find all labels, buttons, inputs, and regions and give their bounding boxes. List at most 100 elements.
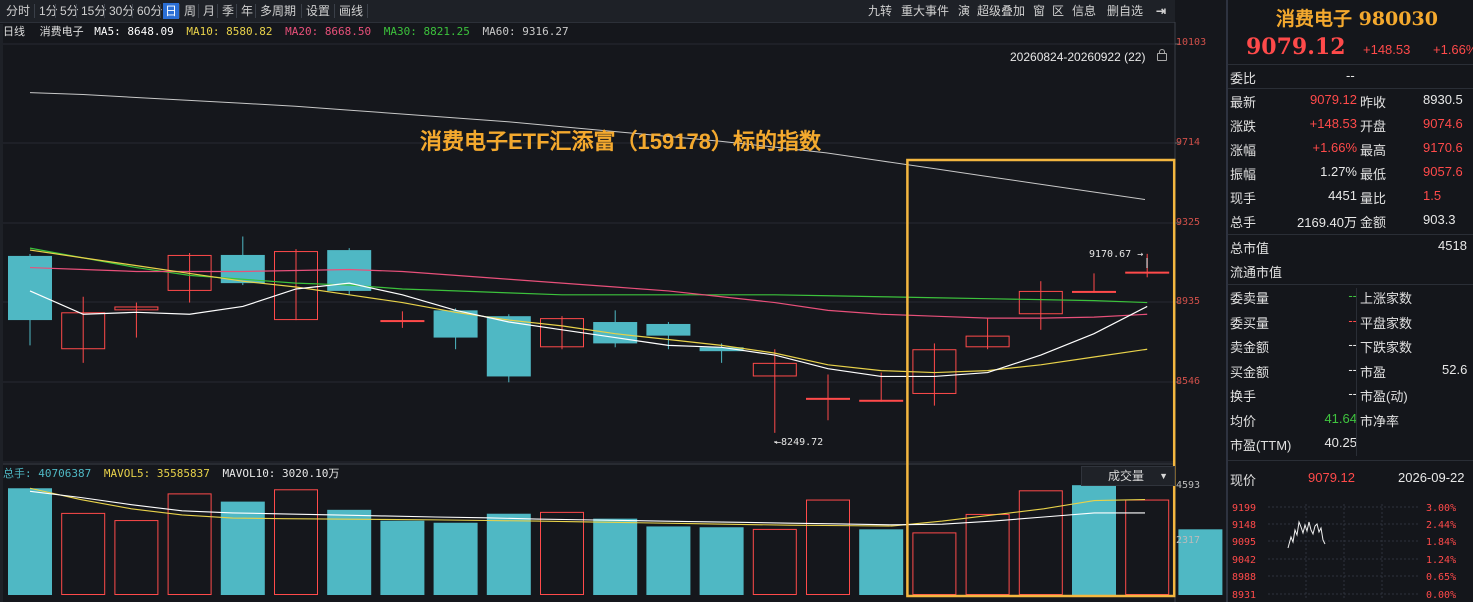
- lock-icon[interactable]: [1157, 49, 1167, 61]
- volume-bar: [114, 520, 159, 595]
- price-change-pct: +1.66%: [1433, 42, 1473, 57]
- mini-axis-right: 1.84%: [1426, 537, 1456, 548]
- stat-value: 4518: [1438, 238, 1467, 253]
- stat-value: 41.64: [1324, 410, 1357, 426]
- stat-value: 9170.6: [1423, 140, 1463, 155]
- chevron-down-icon: ▼: [1159, 471, 1168, 481]
- mini-axis-left: 8931: [1232, 590, 1256, 601]
- stat-value: 2169.40万: [1297, 215, 1357, 230]
- volume-bar: [167, 493, 212, 596]
- volume-bar: [593, 518, 638, 595]
- stat-label: 金额: [1360, 215, 1387, 230]
- stat-label: 换手: [1230, 389, 1257, 404]
- stat-label: 昨收: [1360, 95, 1387, 110]
- mavol5-label: MAVOL5: 35585837: [103, 467, 210, 480]
- quote-panel: 消费电子 980030 9079.12 +148.53 +1.66% 委比 -- 最…: [1226, 0, 1473, 602]
- mini-axis-right: 3.00%: [1426, 503, 1456, 514]
- low-price-label: ←8249.72: [775, 437, 824, 448]
- stat-value: 9079.12: [1310, 92, 1357, 107]
- volume-axis-tick: 4593: [1176, 480, 1201, 491]
- stat-value: --: [1346, 68, 1355, 83]
- volume-bar: [1125, 499, 1170, 596]
- indicator-select-value: 成交量: [1108, 469, 1145, 483]
- candle: [380, 320, 425, 323]
- mavol10-label: MAVOL10: 3020.10万: [222, 467, 340, 480]
- last-price: 9079.12: [1246, 34, 1346, 60]
- stat-label: 市盈(TTM): [1230, 438, 1292, 453]
- stat-label: 总市值: [1230, 241, 1270, 256]
- indicator-select[interactable]: 成交量 ▼: [1081, 466, 1175, 486]
- volume-bar: [8, 488, 52, 595]
- volume-bar: [912, 532, 957, 595]
- stat-label: 振幅: [1230, 167, 1257, 182]
- price-axis-tick: 9714: [1176, 137, 1201, 148]
- stat-label: 最高: [1360, 143, 1387, 158]
- volume-bar: [699, 527, 744, 595]
- stat-label: 下跌家数: [1360, 340, 1413, 355]
- ma30-line: [29, 247, 1148, 304]
- total-volume-label: 总手: 40706387: [3, 467, 92, 480]
- ma10-line: [29, 249, 1148, 374]
- mini-axis-left: 9148: [1232, 520, 1256, 531]
- stat-label: 涨幅: [1230, 143, 1257, 158]
- stat-label: 开盘: [1360, 119, 1387, 134]
- volume-bar: [965, 513, 1010, 596]
- left-edge: [0, 24, 3, 602]
- volume-bar: [859, 529, 904, 595]
- volume-bar: [1072, 485, 1116, 595]
- panel-divider: [1228, 234, 1473, 235]
- mini-axis-right: 0.65%: [1426, 572, 1456, 583]
- candle: [1072, 290, 1116, 293]
- candle: [486, 316, 531, 377]
- volume-bar: [61, 512, 106, 595]
- index-title: 消费电子 980030: [1276, 8, 1438, 30]
- highlight-box: [906, 158, 1176, 598]
- now-price-value: 9079.12: [1308, 470, 1355, 485]
- panel-column-divider: [1356, 288, 1357, 456]
- volume-bar: [274, 489, 318, 595]
- stat-label: 量比: [1360, 191, 1387, 206]
- volume-legend: 总手: 40706387 MAVOL5: 35585837 MAVOL10: 3…: [0, 466, 339, 482]
- volume-bar: [327, 509, 372, 595]
- stat-label: 总手: [1230, 215, 1257, 230]
- stat-label: 平盘家数: [1360, 315, 1413, 331]
- stat-value: 9057.6: [1423, 164, 1463, 179]
- volume-bar: [540, 511, 584, 595]
- panel-divider: [1228, 460, 1473, 461]
- stat-label: 委比: [1230, 71, 1257, 86]
- stat-label: 委卖量: [1230, 291, 1270, 306]
- stat-value: 1.5: [1423, 188, 1442, 203]
- price-change: +148.53: [1363, 42, 1411, 57]
- stat-label: 买金额: [1230, 364, 1270, 380]
- stat-value: 1.27%: [1320, 164, 1357, 179]
- stat-label: 市净率: [1360, 413, 1400, 429]
- price-axis-tick: 9325: [1176, 217, 1201, 228]
- chart-annotation: 消费电子ETF汇添富（159178）标的指数: [420, 129, 821, 154]
- mini-axis-right: 1.24%: [1426, 555, 1456, 566]
- volume-bar: [646, 526, 691, 595]
- mini-axis-right: 2.44%: [1426, 520, 1456, 531]
- stat-value: 40.25: [1324, 435, 1357, 450]
- candle: [646, 323, 691, 336]
- mini-axis-left: 9199: [1232, 503, 1256, 514]
- stat-label: 涨跌: [1230, 119, 1257, 134]
- stat-label: 现手: [1230, 191, 1257, 206]
- stat-value: +148.53: [1309, 116, 1357, 131]
- intraday-mini-chart[interactable]: 9199 3.00% 9148 2.44% 9095 1.84% 9042 1.24% 8988…: [1230, 500, 1473, 602]
- quote-date: 2026-09-22: [1398, 470, 1465, 485]
- stat-label: 最低: [1360, 167, 1387, 182]
- kline-chart[interactable]: [0, 0, 1226, 602]
- volume-bar: [806, 499, 850, 596]
- mavol10-line: [29, 490, 1145, 526]
- now-price-label: 现价: [1230, 473, 1257, 488]
- panel-divider: [1228, 284, 1473, 285]
- stat-value: 52.6: [1442, 361, 1468, 377]
- price-axis-tick: 8935: [1176, 296, 1201, 307]
- date-range-label[interactable]: 20260824-20260922 (22): [1010, 49, 1145, 65]
- volume-bar: [486, 513, 531, 595]
- stat-label: 卖金额: [1230, 340, 1270, 355]
- stat-value: 903.3: [1423, 212, 1456, 227]
- volume-bar: [380, 520, 425, 595]
- mini-axis-right: 0.00%: [1426, 590, 1456, 601]
- high-price-label: 9170.67 →: [1089, 249, 1144, 260]
